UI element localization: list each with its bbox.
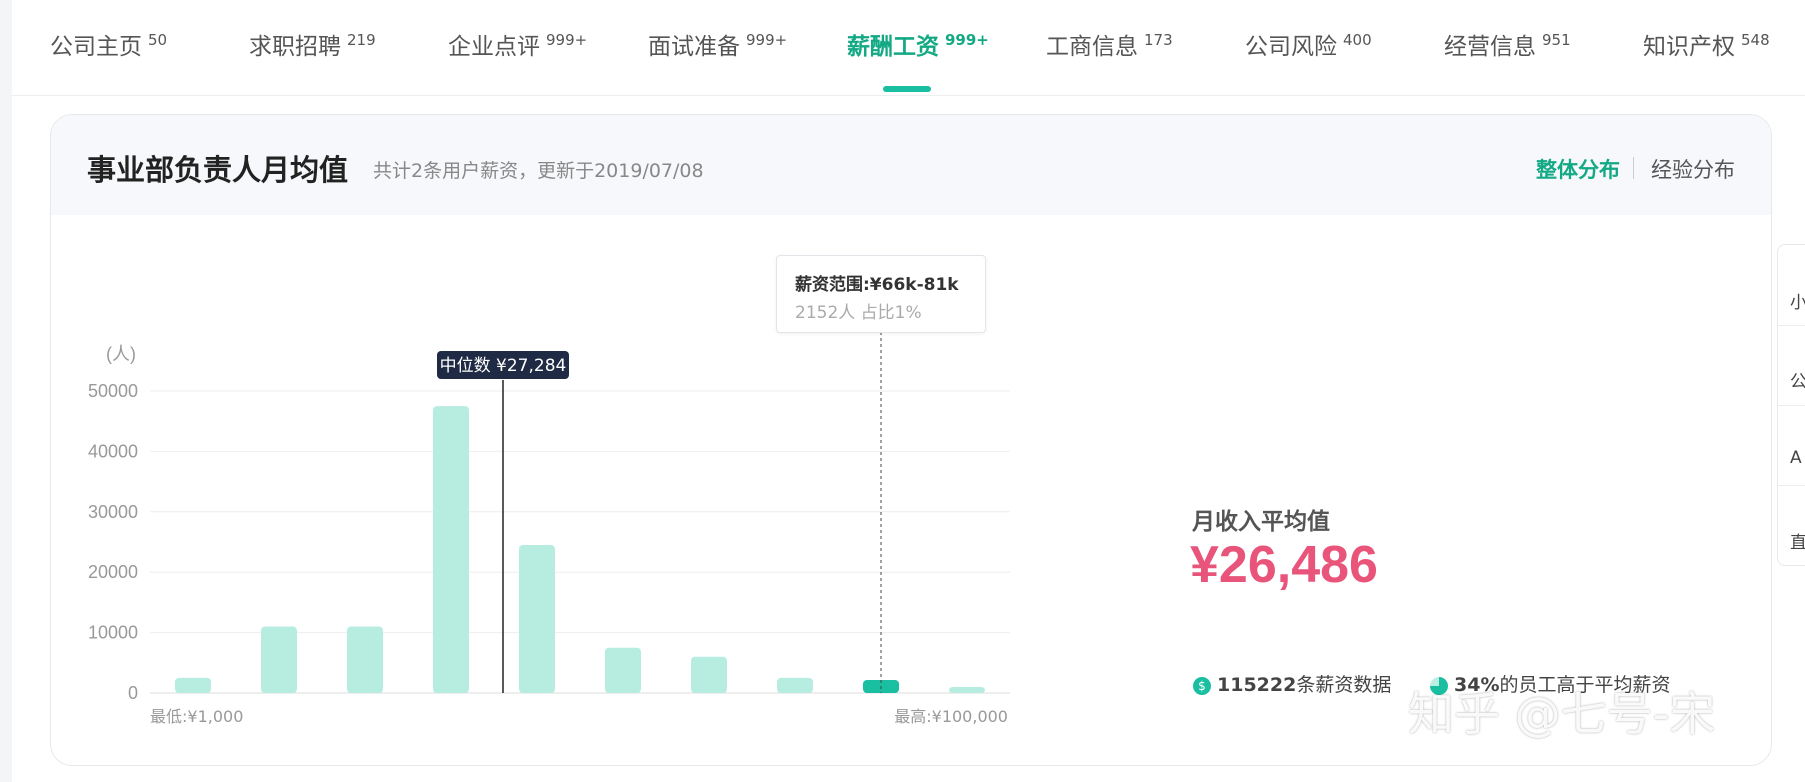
median-label: 中位数 ¥27,284 (440, 356, 567, 376)
y-tick-label: 20000 (88, 562, 138, 582)
y-tick-label: 40000 (88, 441, 138, 461)
average-label: 月收入平均值 (1192, 509, 1330, 535)
histogram-bar (949, 686, 985, 693)
histogram-bar (605, 647, 641, 693)
x-max-label: 最高:¥100,000 (894, 707, 1008, 726)
average-value: ¥26,486 (1190, 536, 1378, 594)
histogram-bar (175, 677, 211, 693)
side-item[interactable]: 直 (1790, 528, 1805, 553)
y-tick-label: 50000 (88, 381, 138, 401)
records-count: 115222 (1217, 674, 1297, 696)
side-divider (1778, 405, 1805, 406)
floating-side-panel: 小 公 A 直 (1777, 244, 1805, 566)
y-tick-label: 30000 (88, 502, 138, 522)
salary-histogram: 0 10000 20000 30000 40000 50000 (人) 中位数 ¥27,284… (88, 332, 1010, 726)
y-axis-label: (人) (106, 344, 136, 364)
histogram-bar (261, 626, 297, 693)
bar-tooltip: 薪资范围:¥66k-81k 2152人 占比1% (776, 255, 986, 333)
records-stat: $115222条薪资数据 (1193, 670, 1391, 697)
side-item[interactable]: 公 (1790, 367, 1805, 392)
histogram-bar (519, 545, 555, 693)
side-item[interactable]: 小 (1790, 288, 1805, 313)
side-item[interactable]: A (1790, 448, 1802, 468)
tooltip-title: 薪资范围:¥66k-81k (795, 275, 959, 295)
x-min-label: 最低:¥1,000 (150, 707, 243, 726)
y-tick-label: 10000 (88, 623, 138, 643)
records-suffix: 条薪资数据 (1296, 674, 1392, 696)
side-divider (1778, 325, 1805, 326)
histogram-bar (433, 406, 469, 693)
tooltip-detail: 2152人 占比1% (795, 303, 922, 323)
dollar-icon: $ (1193, 676, 1211, 695)
side-divider (1778, 485, 1805, 486)
histogram-bar (691, 656, 727, 693)
histogram-bar (777, 677, 813, 693)
watermark: 知乎 @七号-宋 (1408, 687, 1716, 741)
y-tick-label: 0 (128, 683, 138, 703)
histogram-bar (347, 626, 383, 693)
